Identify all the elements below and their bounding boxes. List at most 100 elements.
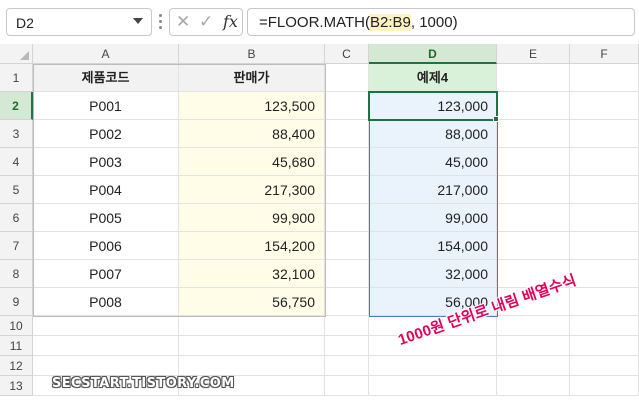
empty-cell[interactable] xyxy=(570,120,639,148)
row-header[interactable]: 1 xyxy=(0,64,33,92)
empty-cell[interactable] xyxy=(325,64,369,92)
column-header-f[interactable]: F xyxy=(570,44,639,64)
empty-cell[interactable] xyxy=(325,204,369,232)
empty-cell[interactable] xyxy=(570,376,639,396)
sales-price-cell[interactable]: 88,400 xyxy=(179,120,325,148)
row-header[interactable]: 5 xyxy=(0,176,33,204)
empty-cell[interactable] xyxy=(497,148,570,176)
empty-cell[interactable] xyxy=(570,288,639,316)
empty-cell[interactable] xyxy=(497,316,570,336)
empty-cell[interactable] xyxy=(570,336,639,356)
result-cell[interactable]: 99,000 xyxy=(369,204,497,232)
result-cell[interactable]: 88,000 xyxy=(369,120,497,148)
empty-cell[interactable] xyxy=(33,356,179,376)
row-header[interactable]: 13 xyxy=(0,376,33,396)
product-code-cell[interactable]: P006 xyxy=(33,232,179,260)
formula-prefix: =FLOOR.MATH( xyxy=(259,14,370,31)
row-header[interactable]: 2 xyxy=(0,92,33,120)
empty-cell[interactable] xyxy=(325,148,369,176)
empty-cell[interactable] xyxy=(497,120,570,148)
row-header[interactable]: 6 xyxy=(0,204,33,232)
sales-price-cell[interactable]: 56,750 xyxy=(179,288,325,316)
result-cell[interactable]: 45,000 xyxy=(369,148,497,176)
empty-cell[interactable] xyxy=(497,204,570,232)
result-cell[interactable]: 32,000 xyxy=(369,260,497,288)
empty-cell[interactable] xyxy=(325,316,369,336)
empty-cell[interactable] xyxy=(497,92,570,120)
row-header[interactable]: 4 xyxy=(0,148,33,176)
fill-handle[interactable] xyxy=(493,116,499,122)
header-cell-product-code[interactable]: 제품코드 xyxy=(33,64,179,92)
sales-price-cell[interactable]: 217,300 xyxy=(179,176,325,204)
empty-cell[interactable] xyxy=(570,356,639,376)
empty-cell[interactable] xyxy=(497,64,570,92)
column-header-b[interactable]: B xyxy=(179,44,325,64)
row-header[interactable]: 7 xyxy=(0,232,33,260)
empty-cell[interactable] xyxy=(369,356,497,376)
chevron-down-icon[interactable] xyxy=(133,18,143,24)
row-header[interactable]: 3 xyxy=(0,120,33,148)
empty-cell[interactable] xyxy=(325,176,369,204)
empty-cell[interactable] xyxy=(325,92,369,120)
cancel-icon[interactable]: ✕ xyxy=(176,13,190,31)
empty-cell[interactable] xyxy=(325,232,369,260)
empty-cell[interactable] xyxy=(179,356,325,376)
empty-cell[interactable] xyxy=(33,336,179,356)
insert-function-icon[interactable]: fx xyxy=(223,12,238,31)
result-cell[interactable]: 123,000 xyxy=(369,92,497,120)
column-header-d[interactable]: D xyxy=(369,44,497,64)
sales-price-cell[interactable]: 32,100 xyxy=(179,260,325,288)
result-cell[interactable]: 154,000 xyxy=(369,232,497,260)
empty-cell[interactable] xyxy=(325,376,369,396)
sales-price-cell[interactable]: 99,900 xyxy=(179,204,325,232)
empty-cell[interactable] xyxy=(497,356,570,376)
empty-cell[interactable] xyxy=(570,64,639,92)
empty-cell[interactable] xyxy=(570,176,639,204)
empty-cell[interactable] xyxy=(497,176,570,204)
empty-cell[interactable] xyxy=(179,316,325,336)
row-header[interactable]: 9 xyxy=(0,288,33,316)
product-code-cell[interactable]: P003 xyxy=(33,148,179,176)
header-cell-example[interactable]: 예제4 xyxy=(369,64,497,92)
row-header[interactable]: 11 xyxy=(0,336,33,356)
empty-cell[interactable] xyxy=(325,288,369,316)
empty-cell[interactable] xyxy=(325,260,369,288)
formula-input[interactable]: =FLOOR.MATH(B2:B9, 1000) xyxy=(247,8,635,36)
column-header-e[interactable]: E xyxy=(497,44,570,64)
sales-price-cell[interactable]: 154,200 xyxy=(179,232,325,260)
sales-price-cell[interactable]: 45,680 xyxy=(179,148,325,176)
select-all-button[interactable] xyxy=(0,44,33,64)
empty-cell[interactable] xyxy=(325,120,369,148)
row-header[interactable]: 12 xyxy=(0,356,33,376)
more-options-icon[interactable] xyxy=(159,14,162,30)
empty-cell[interactable] xyxy=(497,336,570,356)
empty-cell[interactable] xyxy=(497,376,570,396)
row-header[interactable]: 8 xyxy=(0,260,33,288)
product-code-cell[interactable]: P008 xyxy=(33,288,179,316)
column-header-c[interactable]: C xyxy=(325,44,369,64)
sales-price-cell[interactable]: 123,500 xyxy=(179,92,325,120)
name-box[interactable]: D2 xyxy=(6,8,152,36)
empty-cell[interactable] xyxy=(570,316,639,336)
empty-cell[interactable] xyxy=(570,92,639,120)
empty-cell[interactable] xyxy=(570,204,639,232)
product-code-cell[interactable]: P001 xyxy=(33,92,179,120)
enter-check-icon[interactable]: ✓ xyxy=(199,13,213,31)
column-header-a[interactable]: A xyxy=(33,44,179,64)
product-code-cell[interactable]: P007 xyxy=(33,260,179,288)
product-code-cell[interactable]: P002 xyxy=(33,120,179,148)
row-header[interactable]: 10 xyxy=(0,316,33,336)
empty-cell[interactable] xyxy=(570,232,639,260)
product-code-cell[interactable]: P004 xyxy=(33,176,179,204)
empty-cell[interactable] xyxy=(33,316,179,336)
empty-cell[interactable] xyxy=(369,376,497,396)
empty-cell[interactable] xyxy=(570,148,639,176)
empty-cell[interactable] xyxy=(570,260,639,288)
result-cell[interactable]: 217,000 xyxy=(369,176,497,204)
product-code-cell[interactable]: P005 xyxy=(33,204,179,232)
empty-cell[interactable] xyxy=(179,336,325,356)
empty-cell[interactable] xyxy=(325,336,369,356)
header-cell-sales-price[interactable]: 판매가 xyxy=(179,64,325,92)
empty-cell[interactable] xyxy=(497,232,570,260)
empty-cell[interactable] xyxy=(325,356,369,376)
